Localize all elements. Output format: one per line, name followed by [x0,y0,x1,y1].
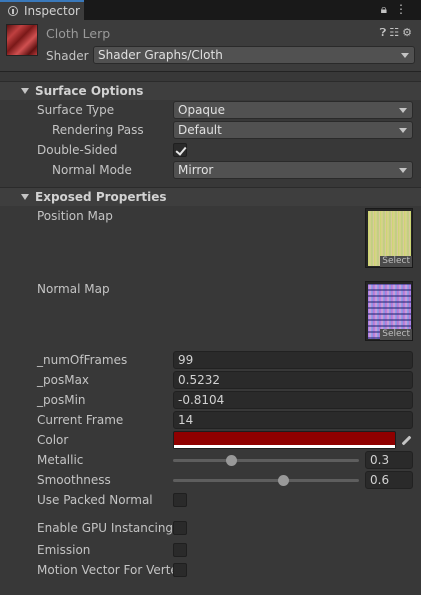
tab-inspector[interactable]: Inspector [0,0,84,20]
pos-max-field[interactable]: 0.5232 [173,371,413,389]
eyedropper-icon[interactable] [399,433,413,447]
smoothness-field[interactable]: 0.6 [365,471,413,489]
metallic-field[interactable]: 0.3 [365,451,413,469]
tab-bar: Inspector 🔒︎⋮ [0,0,421,20]
smoothness-slider-thumb[interactable] [278,475,289,486]
smoothness-label: Smoothness [37,473,111,487]
smoothness-slider[interactable] [173,479,359,482]
metallic-slider-thumb[interactable] [225,455,237,466]
material-preview-thumbnail [6,24,38,56]
use-packed-normal-label: Use Packed Normal [37,493,153,507]
header-icons: ❓︎☷⚙︎ [380,26,415,40]
double-sided-checkbox[interactable] [173,143,187,157]
normal-map-select-button[interactable]: Select [380,329,412,340]
pos-min-field[interactable]: -0.8104 [173,391,413,409]
shader-label: Shader [46,49,89,63]
gpu-instancing-label: Enable GPU Instancing [37,521,174,535]
lock-icon[interactable]: 🔒︎ [381,2,395,16]
settings-icon[interactable]: ⚙︎ [402,26,415,39]
emission-label: Emission [37,543,91,557]
rendering-pass-value: Default [178,123,222,137]
color-field[interactable] [173,431,396,449]
chevron-down-icon [399,128,407,133]
normal-map-slot[interactable]: Select [365,281,413,341]
foldout-arrow-icon [21,88,29,94]
tab-inspector-label: Inspector [24,4,80,18]
normal-mode-dropdown[interactable]: Mirror [173,161,413,179]
position-map-label: Position Map [37,209,113,223]
rendering-pass-dropdown[interactable]: Default [173,121,413,139]
position-map-select-button[interactable]: Select [380,256,412,267]
surface-options-title: Surface Options [35,84,144,98]
material-header: Cloth Lerp ❓︎☷⚙︎ Shader Shader Graphs/Cl… [0,20,421,72]
foldout-arrow-icon [21,194,29,200]
surface-type-value: Opaque [178,103,226,117]
emission-checkbox[interactable] [173,543,187,557]
metallic-label: Metallic [37,453,84,467]
chevron-down-icon [399,168,407,173]
motion-vector-checkbox[interactable] [173,563,187,577]
chevron-down-icon [401,53,409,58]
color-label: Color [37,433,69,447]
pos-max-label: _posMax [37,373,90,387]
pos-min-label: _posMin [37,393,86,407]
help-icon[interactable]: ❓︎ [380,26,390,39]
motion-vector-label: Motion Vector For Verte [37,563,178,577]
info-icon [8,6,18,16]
normal-mode-label: Normal Mode [52,163,132,177]
more-options-icon[interactable]: ⋮ [395,2,415,16]
chevron-down-icon [399,108,407,113]
surface-type-label: Surface Type [37,103,115,117]
current-frame-field[interactable]: 14 [173,411,413,429]
material-name: Cloth Lerp [46,26,111,41]
normal-mode-value: Mirror [178,163,214,177]
num-of-frames-field[interactable]: 99 [173,351,413,369]
tab-tools: 🔒︎⋮ [381,2,415,17]
num-of-frames-label: _numOfFrames [37,353,128,367]
surface-options-foldout[interactable]: Surface Options [0,81,421,100]
rendering-pass-label: Rendering Pass [52,123,144,137]
exposed-properties-foldout[interactable]: Exposed Properties [0,187,421,206]
exposed-properties-title: Exposed Properties [35,190,167,204]
shader-dropdown-value: Shader Graphs/Cloth [98,48,223,62]
double-sided-label: Double-Sided [37,143,118,157]
normal-map-label: Normal Map [37,282,110,296]
color-alpha-bar [174,445,395,448]
current-frame-label: Current Frame [37,413,124,427]
gpu-instancing-checkbox[interactable] [173,521,187,535]
position-map-slot[interactable]: Select [365,208,413,268]
preset-icon[interactable]: ☷ [389,26,402,39]
metallic-slider[interactable] [173,459,359,462]
use-packed-normal-checkbox[interactable] [173,493,187,507]
shader-dropdown[interactable]: Shader Graphs/Cloth [93,46,415,64]
surface-type-dropdown[interactable]: Opaque [173,101,413,119]
